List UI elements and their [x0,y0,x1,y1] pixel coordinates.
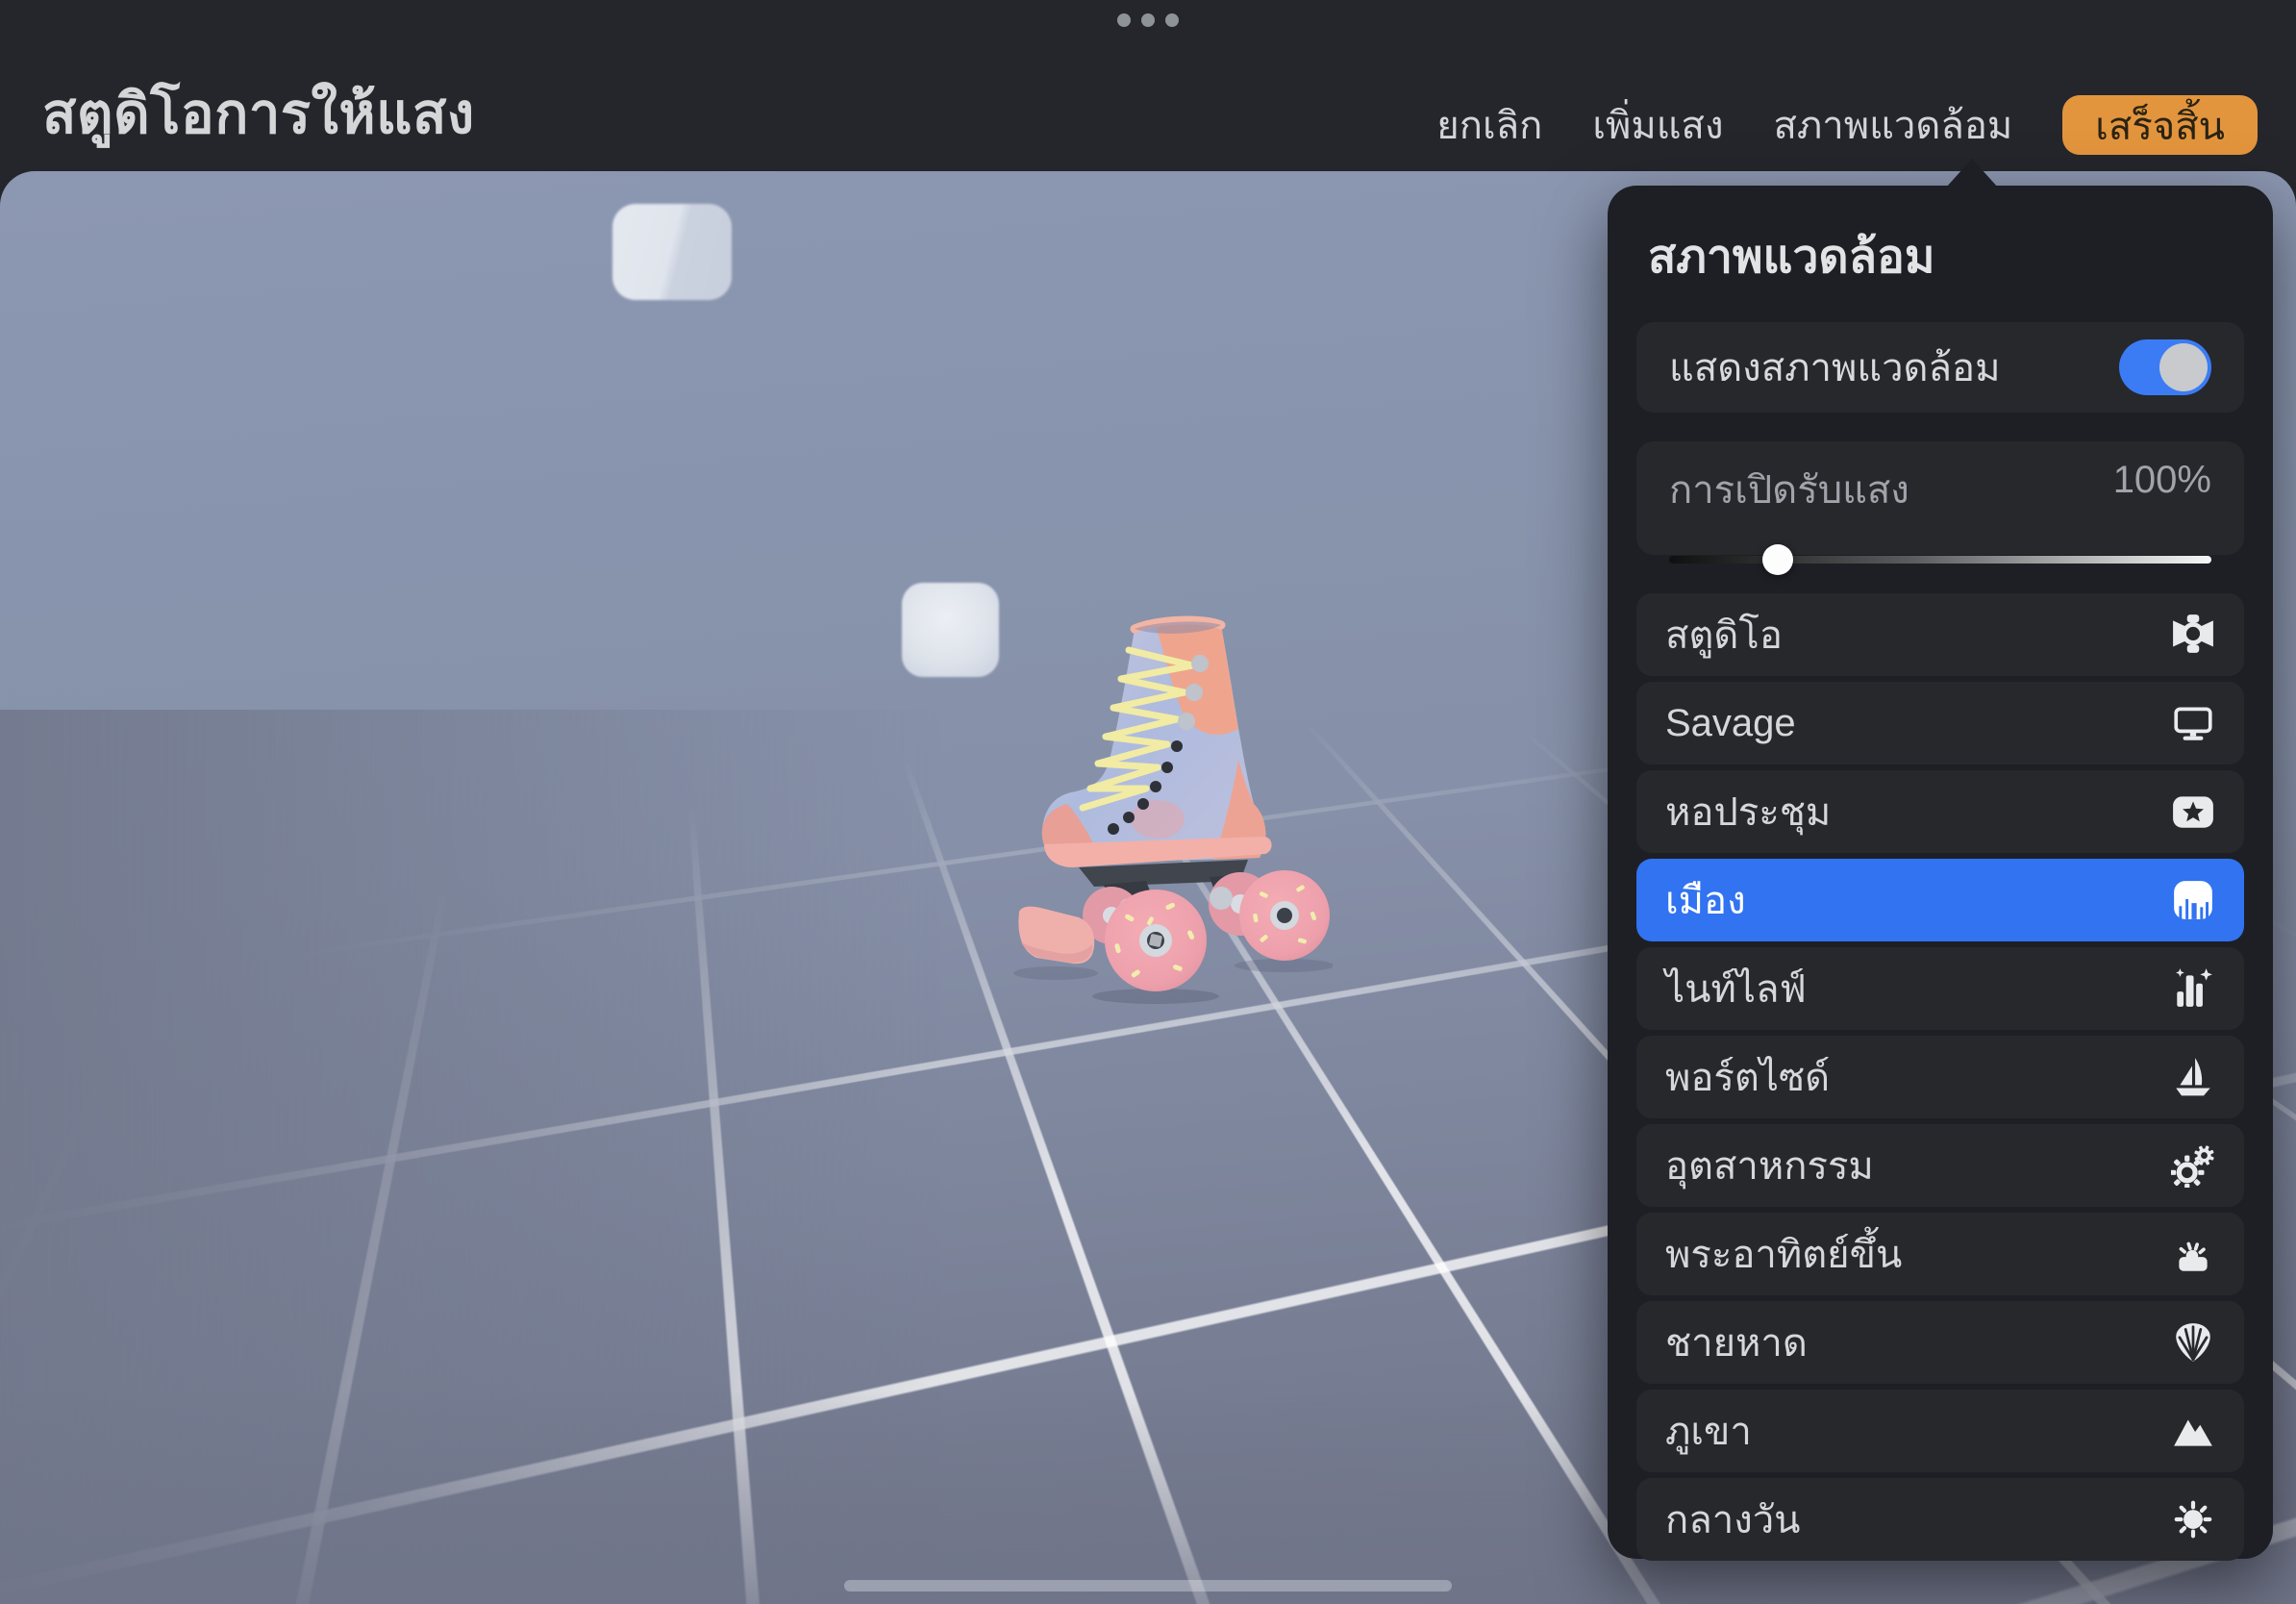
environment-item[interactable]: พอร์ตไซด์ [1636,1036,2244,1118]
sunrise-icon [2171,1232,2215,1276]
star-square-icon [2171,789,2215,834]
environment-item[interactable]: เมือง [1636,859,2244,941]
panel-title: สภาพแวดล้อม [1648,220,2233,293]
environment-item-label: หอประชุม [1665,781,1831,842]
toggle-knob [2159,343,2208,391]
environment-item-label: Savage [1665,702,1796,745]
toolbar: ยกเลิก เพิ่มแสง สภาพแวดล้อม เสร็จสิ้น [1436,94,2258,156]
environment-item[interactable]: หอประชุม [1636,770,2244,853]
mountain-icon [2171,1409,2215,1453]
slider-track [1669,556,2211,564]
home-indicator-bar[interactable] [844,1580,1452,1591]
exposure-label: การเปิดรับแสง [1669,459,1909,520]
page-title: สตูดิโอการให้แสง [42,68,475,158]
environment-item-label: ไนท์ไลฟ์ [1665,958,1807,1019]
environment-item-label: กลางวัน [1665,1489,1801,1550]
exposure-slider[interactable] [1669,543,2211,576]
environment-item[interactable]: พระอาทิตย์ขึ้น [1636,1213,2244,1295]
environment-list: สตูดิโอ Savage หอประชุม เมือง ไนท์ไลฟ์ พ… [1636,593,2244,1561]
title-bar: สตูดิโอการให้แสง ยกเลิก เพิ่มแสง สภาพแวด… [0,0,2296,171]
environment-item[interactable]: ชายหาด [1636,1301,2244,1384]
sailboat-icon [2171,1055,2215,1099]
environment-panel: สภาพแวดล้อม แสดงสภาพแวดล้อม การเปิดรับแส… [1608,186,2273,1559]
environment-item-label: ชายหาด [1665,1312,1808,1373]
cancel-button[interactable]: ยกเลิก [1436,94,1542,156]
environment-item[interactable]: ไนท์ไลฟ์ [1636,947,2244,1030]
studio-light-icon [2171,613,2215,657]
environment-item-label: สตูดิโอ [1665,604,1783,665]
city-buildings-icon [2171,878,2215,922]
sun-icon [2171,1497,2215,1541]
environment-item[interactable]: ภูเขา [1636,1390,2244,1472]
show-environment-row: แสดงสภาพแวดล้อม [1636,322,2244,413]
environment-item-label: ภูเขา [1665,1400,1752,1462]
multitask-dots-icon[interactable] [1117,13,1179,27]
exposure-card: การเปิดรับแสง 100% [1636,441,2244,555]
show-environment-label: แสดงสภาพแวดล้อม [1669,337,2000,398]
app-window: สตูดิโอการให้แสง ยกเลิก เพิ่มแสง สภาพแวด… [0,0,2296,1604]
environment-item[interactable]: กลางวัน [1636,1478,2244,1561]
environment-item-label: พอร์ตไซด์ [1665,1046,1830,1108]
roller-skate-model[interactable] [1011,615,1333,1004]
exposure-value: 100% [2113,459,2211,520]
environment-button[interactable]: สภาพแวดล้อม [1774,94,2013,156]
gears-icon [2171,1143,2215,1188]
environment-item-label: อุตสาหกรรม [1665,1135,1874,1196]
done-button[interactable]: เสร็จสิ้น [2062,95,2258,155]
seashell-icon [2171,1320,2215,1365]
environment-item[interactable]: อุตสาหกรรม [1636,1124,2244,1207]
point-light-cube[interactable] [902,583,999,677]
environment-item[interactable]: Savage [1636,682,2244,764]
skyline-sparkles-icon [2171,966,2215,1011]
point-light-cube[interactable] [612,204,732,300]
environment-item-label: เมือง [1665,869,1746,931]
slider-thumb[interactable] [1762,544,1793,575]
environment-item[interactable]: สตูดิโอ [1636,593,2244,676]
environment-item-label: พระอาทิตย์ขึ้น [1665,1223,1902,1285]
display-icon [2171,701,2215,745]
popover-arrow [1946,159,1998,188]
show-environment-toggle[interactable] [2119,339,2211,395]
add-light-button[interactable]: เพิ่มแสง [1592,94,1723,156]
